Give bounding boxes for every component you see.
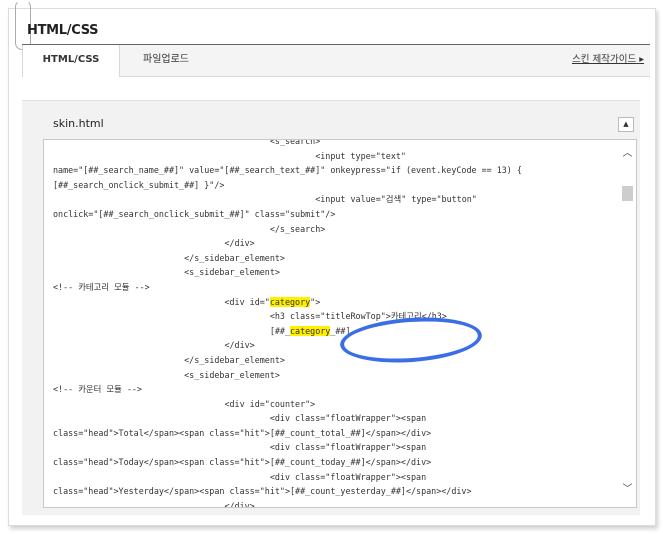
code-text: <div class="floatWrapper"><span bbox=[269, 413, 427, 424]
code-line: <div class="floatWrapper"><span bbox=[53, 440, 613, 455]
editor-panel: skin.html ▲ <s_search> <input type="text… bbox=[22, 100, 640, 515]
skin-guide-label: 스킨 제작가이드 bbox=[571, 54, 637, 65]
code-text: <div class="floatWrapper"><span bbox=[269, 471, 427, 482]
code-line: </div> bbox=[53, 236, 613, 251]
code-line: <input type="text" bbox=[53, 149, 613, 164]
highlighted-keyword: category bbox=[290, 325, 331, 336]
tab-bar: HTML/CSS 파일업로드 스킨 제작가이드 ▸ bbox=[22, 45, 650, 77]
vertical-scrollbar[interactable]: ︿ ﹀ bbox=[619, 140, 636, 507]
code-line: <!-- 카운터 모듈 --> bbox=[53, 382, 613, 397]
code-line: <div class="floatWrapper"><span bbox=[53, 411, 613, 426]
code-line: </div> bbox=[53, 499, 613, 508]
code-line: [##_category_##] bbox=[53, 324, 613, 339]
code-text: <s_sidebar_element> bbox=[184, 369, 280, 380]
code-line: name="[##_search_name_##]" value="[##_se… bbox=[53, 163, 613, 178]
code-text: <!-- 카운터 모듈 --> bbox=[53, 384, 142, 395]
collapse-button[interactable]: ▲ bbox=[618, 117, 634, 132]
code-line: </s_sidebar_element> bbox=[53, 353, 613, 368]
code-line: <div class="floatWrapper"><span bbox=[53, 470, 613, 485]
chevron-right-icon: ▸ bbox=[639, 54, 644, 65]
tab-file-upload[interactable]: 파일업로드 bbox=[122, 45, 210, 76]
tab-html-css[interactable]: HTML/CSS bbox=[22, 45, 120, 77]
code-line: </s_search> bbox=[53, 222, 613, 237]
code-text: class="head">Yesterday</span><span class… bbox=[53, 486, 472, 497]
scroll-thumb[interactable] bbox=[622, 186, 633, 201]
code-text: </s_sidebar_element> bbox=[184, 354, 285, 365]
code-line: class="head">Today</span><span class="hi… bbox=[53, 455, 613, 470]
code-line: class="head">Yesterday</span><span class… bbox=[53, 484, 613, 499]
code-text: <s_sidebar_element> bbox=[184, 267, 280, 278]
highlighted-keyword: category bbox=[269, 296, 311, 307]
code-text: <!-- 카테고리 모듈 --> bbox=[53, 281, 150, 292]
code-text: </div> bbox=[224, 500, 255, 508]
code-line: <div id="counter"> bbox=[53, 397, 613, 412]
scroll-up-icon[interactable]: ︿ bbox=[622, 148, 633, 160]
code-text: <div id="counter"> bbox=[224, 398, 316, 409]
code-line: <div id="category"> bbox=[53, 295, 613, 310]
code-line: class="head">Total</span><span class="hi… bbox=[53, 426, 613, 441]
code-text: </div> bbox=[224, 238, 255, 249]
triangle-up-icon: ▲ bbox=[623, 120, 629, 128]
code-fragment: [##_ bbox=[269, 325, 290, 336]
code-text: <div class="floatWrapper"><span bbox=[269, 442, 427, 453]
code-text: [##_search_onclick_submit_##] }"/> bbox=[53, 179, 225, 190]
code-line: <h3 class="titleRowTop">카테고리</h3> bbox=[53, 309, 613, 324]
code-line: <!-- 카테고리 모듈 --> bbox=[53, 280, 613, 295]
code-line: onclick="[##_search_onclick_submit_##]" … bbox=[53, 207, 613, 222]
code-text: class="head">Total</span><span class="hi… bbox=[53, 427, 432, 438]
code-editor[interactable]: <s_search> <input type="text" name="[##_s… bbox=[43, 139, 637, 508]
code-text: name="[##_search_name_##]" value="[##_se… bbox=[53, 165, 522, 176]
code-text: </s_sidebar_element> bbox=[184, 252, 285, 263]
code-line: <input value="검색" type="button" bbox=[53, 192, 613, 207]
code-line: </div> bbox=[53, 338, 613, 353]
code-fragment: <div id=" bbox=[224, 296, 270, 307]
code-text: </s_search> bbox=[269, 223, 326, 234]
page-title: HTML/CSS bbox=[27, 23, 99, 38]
code-text: <input value="검색" type="button" bbox=[315, 194, 477, 205]
code-fragment: "> bbox=[310, 296, 321, 307]
code-text: </div> bbox=[224, 340, 255, 351]
code-line: </s_sidebar_element> bbox=[53, 251, 613, 266]
skin-guide-link[interactable]: 스킨 제작가이드 ▸ bbox=[572, 45, 644, 75]
code-text: onclick="[##_search_onclick_submit_##]" … bbox=[53, 208, 336, 219]
code-text: <s_search> bbox=[269, 139, 321, 146]
code-text: class="head">Today</span><span class="hi… bbox=[53, 457, 432, 468]
code-line: <s_sidebar_element> bbox=[53, 265, 613, 280]
code-text: <input type="text" bbox=[315, 150, 406, 161]
file-name: skin.html bbox=[53, 117, 104, 130]
code-content[interactable]: <s_search> <input type="text" name="[##_s… bbox=[53, 139, 613, 508]
scroll-down-icon[interactable]: ﹀ bbox=[622, 484, 633, 496]
code-line: <s_sidebar_element> bbox=[53, 368, 613, 383]
code-line: [##_search_onclick_submit_##] }"/> bbox=[53, 178, 613, 193]
code-line: <s_search> bbox=[53, 139, 613, 149]
